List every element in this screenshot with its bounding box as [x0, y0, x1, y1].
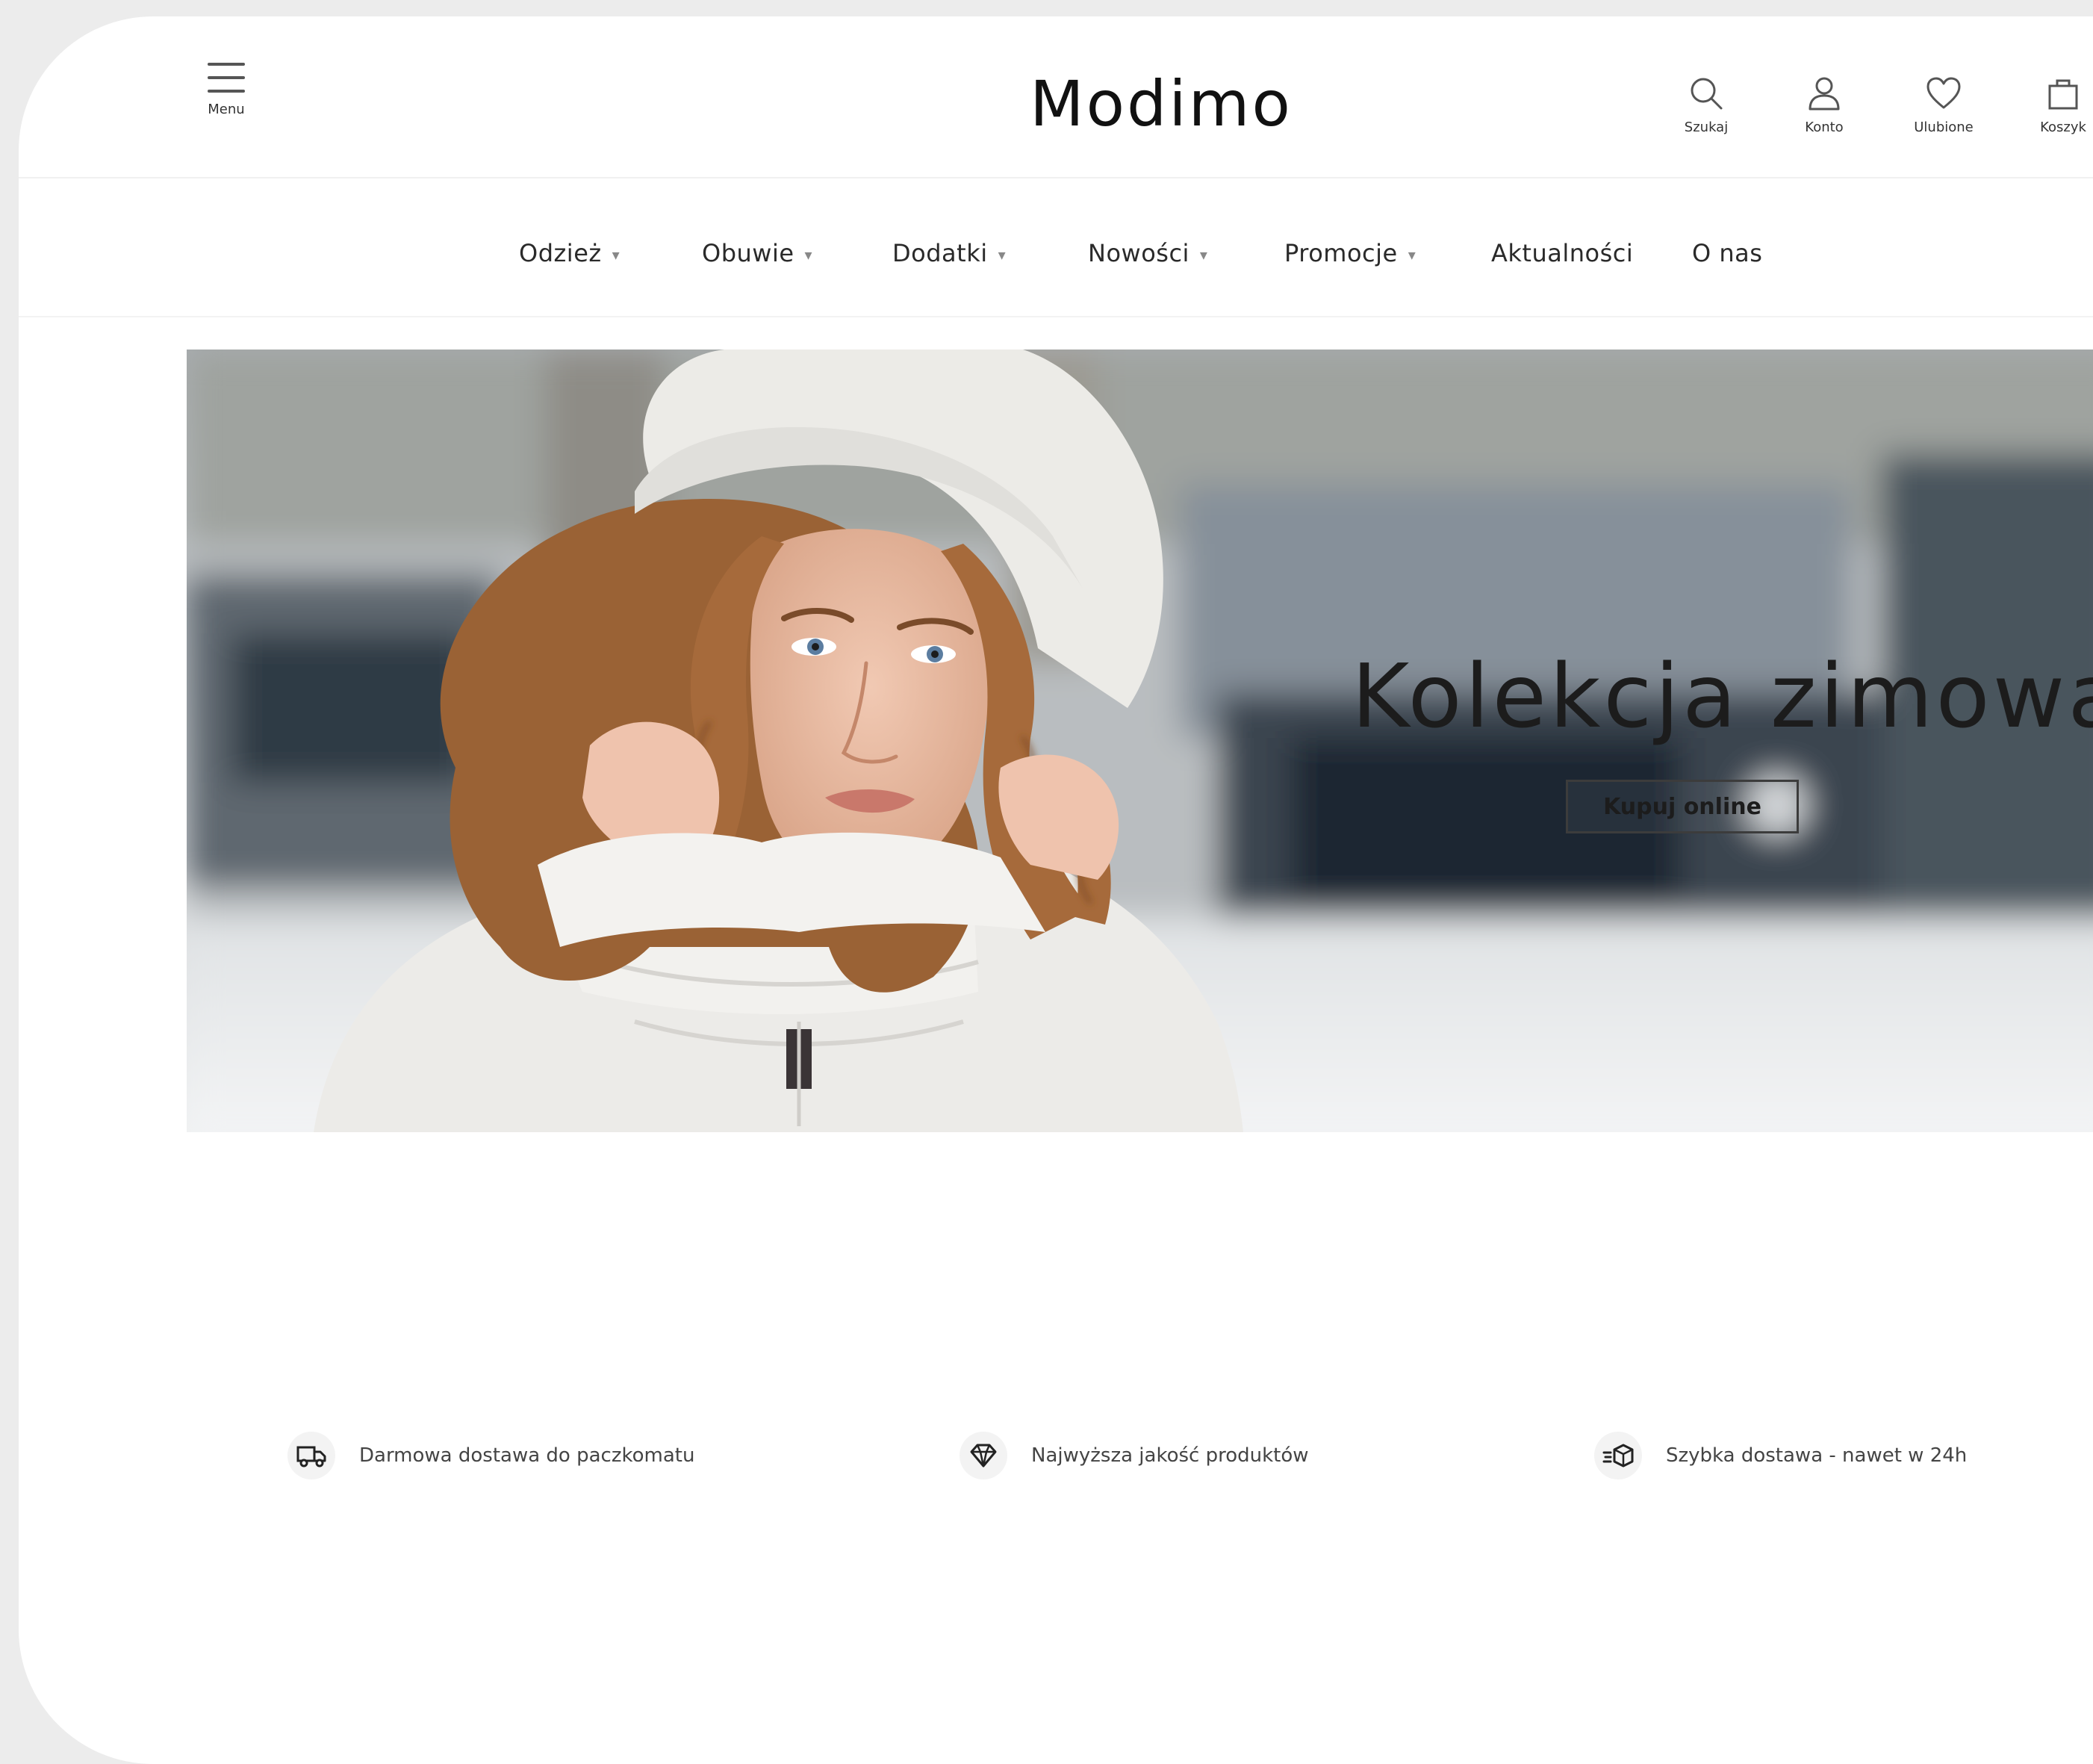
bag-icon: [2048, 79, 2078, 110]
nav-item-aktualnosci[interactable]: Aktualności: [1491, 239, 1633, 267]
nav-item-nowosci[interactable]: Nowości ▾: [1088, 239, 1207, 267]
cart-label: Koszyk: [2040, 119, 2086, 135]
favorites-label: Ulubione: [1914, 119, 1974, 135]
hero-title: Kolekcja zimowa: [1352, 645, 2093, 748]
chevron-down-icon: ▾: [804, 246, 813, 264]
feature-free-delivery: Darmowa dostawa do paczkomatu: [287, 1432, 694, 1479]
shop-online-button[interactable]: Kupuj online: [1566, 780, 1799, 833]
nav-item-label: Aktualności: [1491, 239, 1634, 267]
feature-text: Szybka dostawa - nawet w 24h: [1666, 1444, 1968, 1467]
truck-icon: [287, 1432, 335, 1479]
account-button[interactable]: Konto: [1779, 75, 1869, 135]
chevron-down-icon: ▾: [998, 246, 1007, 264]
search-icon: [1691, 78, 1723, 110]
feature-text: Darmowa dostawa do paczkomatu: [359, 1444, 695, 1467]
nav-item-label: Nowości: [1088, 239, 1189, 267]
nav-item-dodatki[interactable]: Dodatki ▾: [892, 239, 1006, 267]
search-button[interactable]: Szukaj: [1661, 75, 1751, 135]
menu-label: Menu: [208, 102, 245, 117]
feature-quality: Najwyższa jakość produktów: [960, 1432, 1309, 1479]
feature-fast-delivery: Szybka dostawa - nawet w 24h: [1594, 1432, 1967, 1479]
nav-item-promocje[interactable]: Promocje ▾: [1284, 239, 1416, 267]
page-frame: Menu Modimo Szukaj Konto Ulubione Koszyk…: [19, 16, 2093, 1764]
nav-item-o-nas[interactable]: O nas: [1692, 239, 1762, 267]
site-logo[interactable]: Modimo: [989, 72, 1333, 135]
chevron-down-icon: ▾: [612, 246, 621, 264]
favorites-button[interactable]: Ulubione: [1899, 75, 1988, 135]
heart-icon: [1926, 77, 1961, 109]
account-label: Konto: [1805, 119, 1844, 135]
nav-item-label: Obuwie: [702, 239, 794, 267]
hero-banner: Kolekcja zimowa Kupuj online: [187, 350, 2093, 1132]
nav-item-odziez[interactable]: Odzież ▾: [519, 239, 620, 267]
cart-button[interactable]: Koszyk: [2018, 75, 2093, 135]
nav-item-label: O nas: [1692, 239, 1763, 267]
chevron-down-icon: ▾: [1408, 246, 1416, 264]
fast-box-icon: [1594, 1432, 1642, 1479]
user-icon: [1809, 77, 1840, 111]
hamburger-icon: [208, 61, 245, 94]
diamond-icon: [960, 1432, 1007, 1479]
menu-button[interactable]: Menu: [196, 61, 256, 117]
main-nav: Odzież ▾ Obuwie ▾ Dodatki ▾ Nowości ▾ Promoc…: [19, 178, 2093, 317]
feature-text: Najwyższa jakość produktów: [1031, 1444, 1309, 1467]
nav-item-obuwie[interactable]: Obuwie ▾: [702, 239, 812, 267]
nav-item-label: Odzież: [519, 239, 602, 267]
header-actions: Szukaj Konto Ulubione Koszyk: [1661, 75, 2093, 157]
search-label: Szukaj: [1684, 119, 1729, 135]
nav-item-label: Promocje: [1284, 239, 1398, 267]
chevron-down-icon: ▾: [1199, 246, 1208, 264]
nav-item-label: Dodatki: [892, 239, 988, 267]
site-header: Menu Modimo Szukaj Konto Ulubione Koszyk: [19, 16, 2093, 178]
features-bar: Darmowa dostawa do paczkomatu Najwyższa …: [19, 1432, 2093, 1491]
